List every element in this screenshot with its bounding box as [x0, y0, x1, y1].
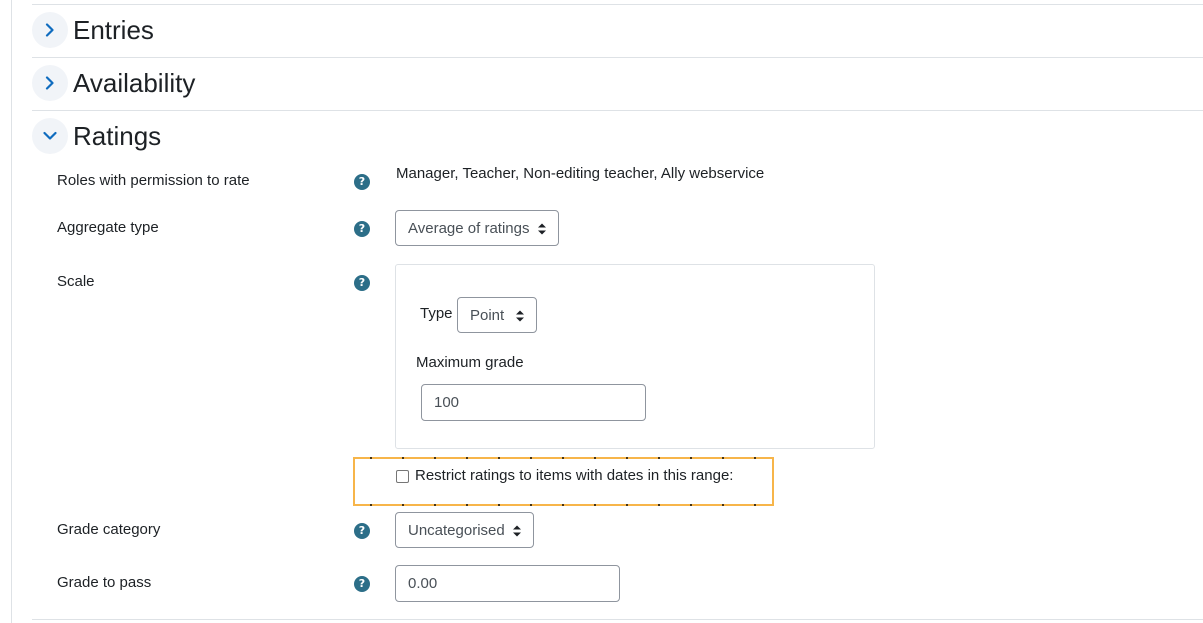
aggregate-type-label: Aggregate type: [57, 219, 159, 236]
question-circle-icon[interactable]: ?: [354, 174, 370, 190]
scale-type-value: Point: [470, 306, 505, 324]
maximum-grade-value: 100: [434, 394, 460, 411]
grade-to-pass-input[interactable]: 0.00: [395, 565, 620, 602]
maximum-grade-label: Maximum grade: [416, 354, 524, 371]
grade-to-pass-value: 0.00: [408, 575, 438, 592]
sort-updown-icon: [513, 525, 521, 537]
grade-category-label: Grade category: [57, 521, 161, 538]
aggregate-type-select[interactable]: Average of ratings: [395, 210, 559, 246]
highlight-handles: [355, 457, 772, 459]
restrict-ratings-label[interactable]: Restrict ratings to items with dates in …: [415, 466, 733, 486]
chevron-right-icon[interactable]: [32, 65, 68, 101]
section-header-ratings[interactable]: Ratings: [32, 118, 161, 154]
scale-label: Scale: [57, 273, 95, 290]
grade-to-pass-label: Grade to pass: [57, 574, 152, 591]
grade-category-select[interactable]: Uncategorised: [395, 512, 534, 548]
roles-value: Manager, Teacher, Non-editing teacher, A…: [396, 165, 765, 182]
question-circle-icon[interactable]: ?: [354, 221, 370, 237]
section-title-ratings[interactable]: Ratings: [73, 118, 161, 154]
divider: [32, 57, 1203, 58]
scale-type-select[interactable]: Point: [457, 297, 537, 333]
divider: [32, 4, 1203, 5]
divider: [32, 619, 1203, 620]
scale-type-label: Type: [420, 305, 453, 322]
question-circle-icon[interactable]: ?: [354, 576, 370, 592]
sort-updown-icon: [538, 223, 546, 235]
question-circle-icon[interactable]: ?: [354, 523, 370, 539]
form-page: Entries Availability Ratings Roles with …: [0, 0, 1203, 623]
section-header-availability[interactable]: Availability: [32, 65, 195, 101]
grade-category-value: Uncategorised: [408, 521, 505, 539]
divider: [32, 110, 1203, 111]
restrict-ratings-checkbox[interactable]: [396, 470, 409, 483]
chevron-down-icon[interactable]: [32, 118, 68, 154]
sort-updown-icon: [516, 310, 524, 322]
section-header-entries[interactable]: Entries: [32, 12, 154, 48]
roles-label: Roles with permission to rate: [57, 172, 250, 189]
left-border: [11, 0, 12, 623]
section-title-availability[interactable]: Availability: [73, 65, 195, 101]
chevron-right-icon[interactable]: [32, 12, 68, 48]
maximum-grade-input[interactable]: 100: [421, 384, 646, 421]
section-title-entries[interactable]: Entries: [73, 12, 154, 48]
highlight-handles: [355, 504, 772, 506]
aggregate-type-value: Average of ratings: [408, 219, 530, 237]
question-circle-icon[interactable]: ?: [354, 275, 370, 291]
